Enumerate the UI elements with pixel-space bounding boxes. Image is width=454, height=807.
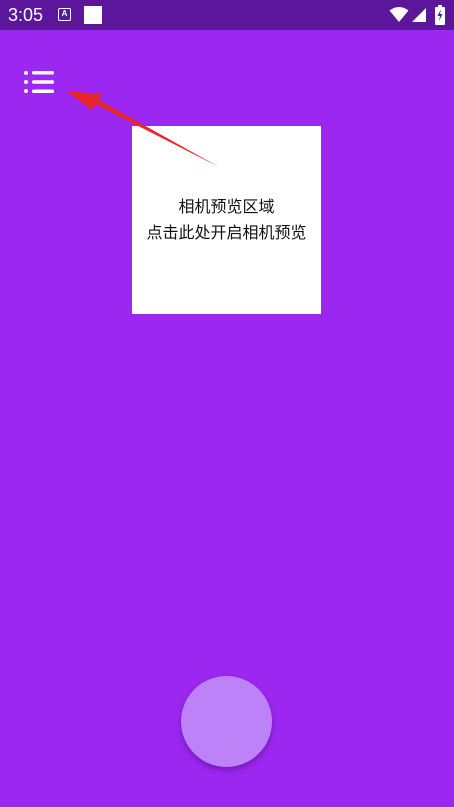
menu-button[interactable] (20, 66, 60, 98)
signal-icon (412, 8, 426, 22)
wifi-icon (389, 7, 409, 22)
status-bar: 3:05 A (0, 0, 454, 30)
keyboard-a-icon: A (58, 8, 71, 21)
camera-preview-area[interactable]: 相机预览区域 点击此处开启相机预览 (132, 126, 321, 314)
white-square-icon (84, 6, 102, 24)
preview-hint: 点击此处开启相机预览 (146, 223, 307, 242)
list-menu-icon (24, 71, 54, 93)
battery-charging-icon (435, 5, 445, 25)
capture-button[interactable] (181, 676, 272, 767)
preview-title: 相机预览区域 (178, 197, 275, 216)
status-time: 3:05 (8, 5, 44, 25)
